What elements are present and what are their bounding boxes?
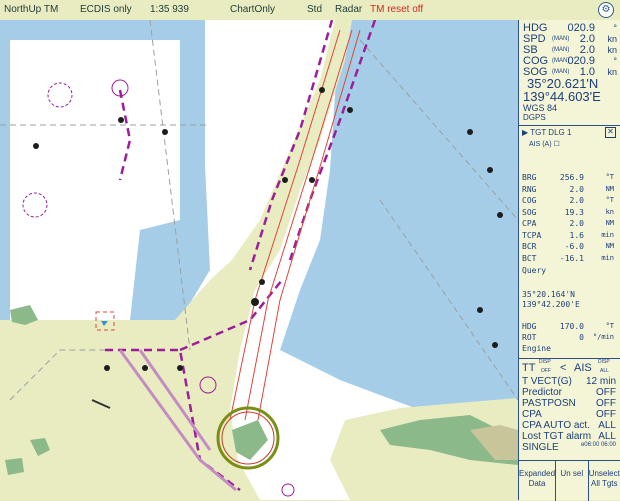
setting-row[interactable]: PASTPOSN OFF (522, 398, 616, 409)
buoy-icon[interactable] (104, 365, 110, 371)
buoy-icon[interactable] (497, 212, 503, 218)
target-data-row: CPA 2.0 NM (522, 219, 614, 228)
target-dialog: ▶ TGT DLG 1 ✕ AIS (A) ☐ BRG 256.9 °T RNG 2.0… (519, 126, 620, 359)
ecdis-mode[interactable]: ECDIS only (80, 4, 132, 15)
buoy-icon[interactable] (347, 107, 353, 113)
menu-icon[interactable]: ⚙ (598, 2, 614, 18)
buoy-icon[interactable] (162, 129, 168, 135)
tm-reset-status: TM reset off (370, 4, 424, 15)
std-display[interactable]: Std (307, 4, 322, 15)
own-longitude: 139°44.603'E (523, 89, 601, 104)
tt-ais-row[interactable]: TT DISP OFF < AIS DISP ALL (522, 359, 616, 374)
target-hdg-row: HDG 170.0 °T (522, 322, 614, 331)
buoy-icon[interactable] (142, 365, 148, 371)
position-source: DGPS (523, 113, 546, 122)
setting-row[interactable]: T VECT(G) 12 min (522, 376, 616, 387)
buoy-icon[interactable] (177, 365, 183, 371)
chart-scale[interactable]: 1:35 939 (150, 4, 189, 15)
orientation-mode[interactable]: NorthUp TM (4, 4, 58, 15)
buoy-icon[interactable] (282, 177, 288, 183)
datum: WGS 84 (523, 103, 558, 113)
target-longitude: 139°42.200'E (522, 300, 580, 309)
target-data-row: RNG 2.0 NM (522, 184, 614, 194)
expanded-data-button[interactable]: Expanded Data (519, 461, 557, 501)
nautical-chart[interactable] (0, 20, 518, 500)
target-data-row: COG 2.0 °T (522, 196, 614, 205)
target-data-row: BRG 256.9 °T (522, 173, 614, 182)
setting-row[interactable]: Predictor OFF (522, 387, 616, 398)
buoy-icon[interactable] (492, 342, 498, 348)
buoy-icon[interactable] (319, 87, 325, 93)
target-type: AIS (A) ☐ (529, 141, 560, 148)
buoy-icon[interactable] (118, 117, 124, 123)
setting-row[interactable]: CPA OFF (522, 409, 616, 420)
unselect-all-button[interactable]: Unselect All Tgts (589, 461, 620, 501)
buoy-icon[interactable] (487, 167, 493, 173)
target-icon[interactable] (251, 298, 259, 306)
target-data-row: BCT -16.1 min (522, 253, 614, 263)
query-label[interactable]: Query (522, 266, 546, 275)
buoy-icon[interactable] (33, 143, 39, 149)
close-icon[interactable]: ✕ (605, 127, 616, 138)
own-ship-data: HDG 020.9 ° SPD (MAN) 2.0 kn SB (MAN) 2.… (519, 20, 620, 126)
island (5, 458, 24, 475)
target-settings: TT DISP OFF < AIS DISP ALL T VECT(G) 12 m… (519, 359, 620, 454)
action-buttons: Expanded Data Un sel Unselect All Tgts (519, 460, 620, 501)
buoy-icon[interactable] (477, 307, 483, 313)
buoy-icon[interactable] (309, 177, 315, 183)
buoy-icon[interactable] (259, 279, 265, 285)
info-panel: HDG 020.9 ° SPD (MAN) 2.0 kn SB (MAN) 2.… (518, 20, 620, 501)
target-latitude: 35°20.164'N (522, 290, 575, 299)
setting-row[interactable]: CPA AUTO act. ALL (522, 420, 616, 431)
target-data-row: SOG 19.3 kn (522, 207, 614, 217)
buoy-icon[interactable] (467, 129, 473, 135)
target-data-row: BCR -6.0 NM (522, 242, 614, 251)
unsel-button[interactable]: Un sel (556, 461, 589, 501)
status-bar: NorthUp TM ECDIS only 1:35 939 ChartOnly… (0, 0, 620, 21)
target-data-row: TCPA 1.6 min (522, 230, 614, 240)
target-rot-row: ROT 0 °/min (522, 333, 614, 342)
setting-row[interactable]: SINGLE e06:00 06:00 (522, 442, 616, 453)
radar-toggle[interactable]: Radar (335, 4, 362, 15)
chart-only-toggle[interactable]: ChartOnly (230, 4, 275, 15)
target-dialog-title[interactable]: ▶ TGT DLG 1 (522, 128, 571, 137)
engine-label: Engine (522, 344, 551, 353)
setting-row[interactable]: Lost TGT alarm ALL (522, 431, 616, 442)
